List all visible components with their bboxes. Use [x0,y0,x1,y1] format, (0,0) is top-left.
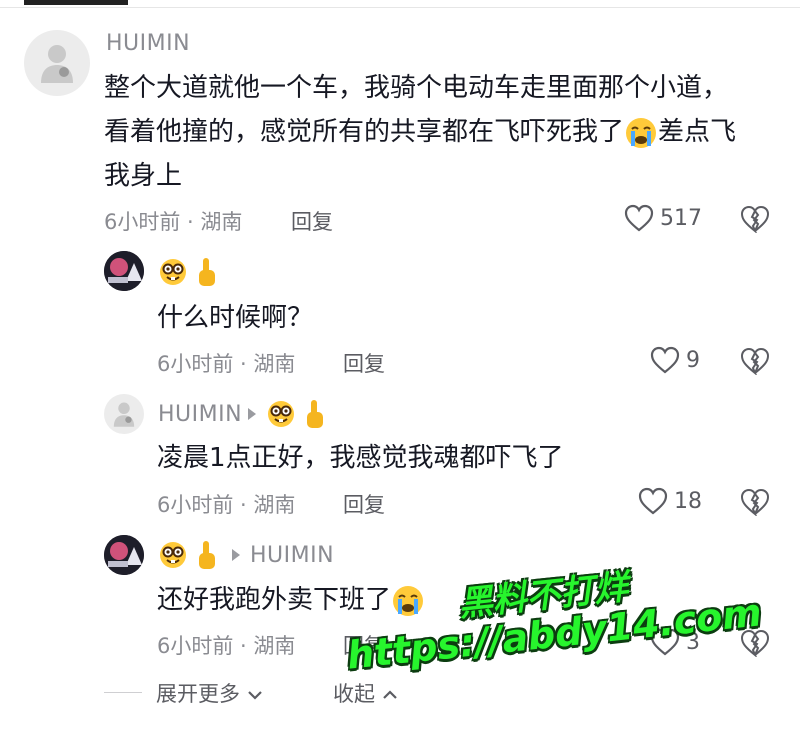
avatar-huimin-reply[interactable] [104,394,144,434]
heart-outline-icon [638,487,668,515]
nerd-face-emoji-icon [160,259,186,285]
avatar-image-icon [104,251,144,291]
reply3-text-row: 还好我跑外卖下班了 [157,578,425,623]
pointing-up-emoji-icon [199,258,215,286]
heart-outline-icon [650,346,680,374]
reply1-like-button[interactable]: 9 [650,346,700,374]
top-divider [0,7,800,8]
avatar-image-icon [104,535,144,575]
reply1-name-row[interactable] [158,256,220,288]
collapse-button[interactable]: 收起 [333,678,398,708]
reply3-time-location: 6小时前 · 湖南 [157,634,296,658]
reply2-username[interactable]: HUIMIN [158,402,242,427]
crying-face-emoji-icon [626,117,657,148]
active-tab-indicator [24,0,128,5]
reply2-time-location: 6小时前 · 湖南 [157,493,296,517]
reply2-like-count: 18 [674,488,702,514]
reply3-text: 还好我跑外卖下班了 [157,585,392,615]
comment-text-line2: 看着他撞的，感觉所有的共享都在飞吓死我了 差点飞 [104,110,736,155]
expand-more-button[interactable]: 展开更多 [156,678,263,708]
comment-reply-button[interactable]: 回复 [291,206,333,236]
reply-arrow-icon [248,408,257,420]
broken-heart-dislike-icon[interactable] [740,205,770,233]
reply3-reply-to[interactable]: HUIMIN [250,543,334,568]
reply1-like-count: 9 [686,347,700,373]
comment-text-line1: 整个大道就他一个车，我骑个电动车走里面那个小道， [104,73,729,103]
chevron-up-icon [382,690,397,699]
avatar-huimin[interactable] [24,30,90,96]
crying-face-emoji-icon [393,585,424,616]
default-user-icon [41,45,73,83]
reply3-name-row[interactable]: HUIMIN [158,539,334,571]
expand-more-label: 展开更多 [156,682,240,706]
reply2-like-button[interactable]: 18 [638,487,702,515]
pointing-up-emoji-icon [199,541,215,569]
comment-username[interactable]: HUIMIN [106,31,190,56]
comment-like-count: 517 [660,205,702,231]
broken-heart-dislike-icon[interactable] [740,347,770,375]
reply1-text: 什么时候啊？ [157,303,314,333]
comment-time-location: 6小时前 · 湖南 [104,210,243,234]
avatar-reply3[interactable] [104,535,144,575]
nerd-face-emoji-icon [268,401,295,427]
default-user-icon [113,402,135,427]
nerd-face-emoji-icon [160,542,186,568]
collapse-label: 收起 [333,682,375,706]
comment-text-line3: 我身上 [104,161,183,191]
heart-outline-icon [624,204,654,232]
comment-like-button[interactable]: 517 [624,204,702,232]
reply2-name-row[interactable]: HUIMIN [158,398,328,430]
reply2-reply-button[interactable]: 回复 [343,489,385,519]
reply1-time-location: 6小时前 · 湖南 [157,352,296,376]
comment-text-line2b: 差点飞 [658,117,737,147]
expand-divider [104,692,142,693]
chevron-down-icon [247,691,262,700]
broken-heart-dislike-icon[interactable] [740,488,770,516]
comment-text-line2a: 看着他撞的，感觉所有的共享都在飞吓死我了 [104,117,625,147]
pointing-up-emoji-icon [307,400,324,428]
avatar-reply1[interactable] [104,251,144,291]
reply1-reply-button[interactable]: 回复 [343,348,385,378]
reply-arrow-icon [232,549,240,561]
reply2-text: 凌晨1点正好，我感觉我魂都吓飞了 [157,443,564,473]
